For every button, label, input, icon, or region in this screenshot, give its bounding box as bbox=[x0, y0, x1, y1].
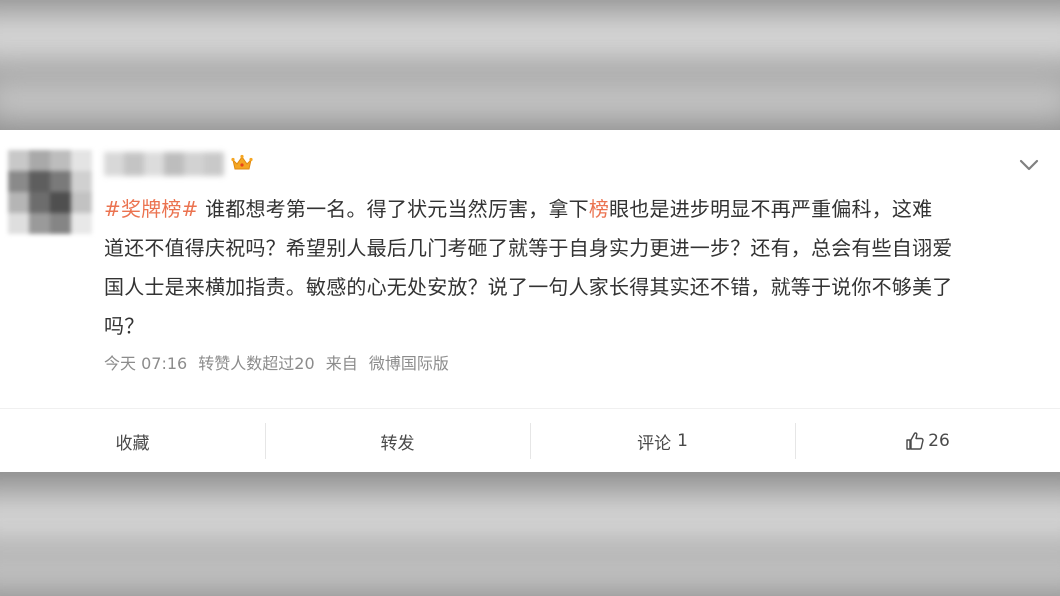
repost-summary: 转赞人数超过20 bbox=[198, 354, 315, 373]
avatar[interactable] bbox=[8, 150, 92, 234]
repost-button[interactable]: 转发 bbox=[265, 421, 530, 461]
comment-count: 1 bbox=[677, 431, 688, 451]
post-text-segment: 眼也是进步明显不再严重偏科，这难 bbox=[609, 197, 933, 221]
favorite-label: 收藏 bbox=[115, 433, 150, 454]
crown-icon bbox=[231, 154, 253, 170]
chevron-down-icon[interactable] bbox=[1018, 158, 1040, 172]
search-highlight: 榜 bbox=[588, 197, 610, 221]
blurred-background-top bbox=[0, 0, 1060, 130]
post-time[interactable]: 今天 07:16 bbox=[104, 354, 187, 373]
post-text-segment: 道还不值得庆祝吗？希望别人最后几门考砸了就等于自身实力更进一步？还有，总会有些自… bbox=[104, 236, 953, 260]
post-text: #奖牌榜# 谁都想考第一名。得了状元当然厉害，拿下榜眼也是进步明显不再严重偏科，… bbox=[104, 190, 1024, 346]
source-app[interactable]: 微博国际版 bbox=[369, 354, 449, 373]
like-count: 26 bbox=[928, 431, 950, 451]
blurred-background-bottom bbox=[0, 472, 1060, 596]
hashtag-link[interactable]: #奖牌榜# bbox=[104, 197, 199, 221]
weibo-post-card: #奖牌榜# 谁都想考第一名。得了状元当然厉害，拿下榜眼也是进步明显不再严重偏科，… bbox=[0, 130, 1060, 472]
source-prefix: 来自 bbox=[325, 354, 358, 373]
thumb-up-icon bbox=[906, 432, 924, 450]
post-text-segment: 谁都想考第一名。得了状元当然厉害，拿下 bbox=[205, 197, 589, 221]
repost-label: 转发 bbox=[380, 433, 415, 454]
post-text-segment: 吗？ bbox=[104, 314, 145, 338]
post-meta: 今天 07:16 转赞人数超过20 来自 微博国际版 bbox=[104, 350, 455, 374]
username-blurred[interactable] bbox=[104, 152, 224, 176]
favorite-button[interactable]: 收藏 bbox=[0, 421, 265, 461]
comment-button[interactable]: 评论 1 bbox=[530, 421, 795, 461]
comment-label: 评论 bbox=[637, 433, 672, 454]
action-bar: 收藏 转发 评论 1 26 bbox=[0, 408, 1060, 473]
like-button[interactable]: 26 bbox=[795, 421, 1060, 461]
post-text-segment: 国人士是来横加指责。敏感的心无处安放？说了一句人家长得其实还不错，就等于说你不够… bbox=[104, 275, 953, 299]
